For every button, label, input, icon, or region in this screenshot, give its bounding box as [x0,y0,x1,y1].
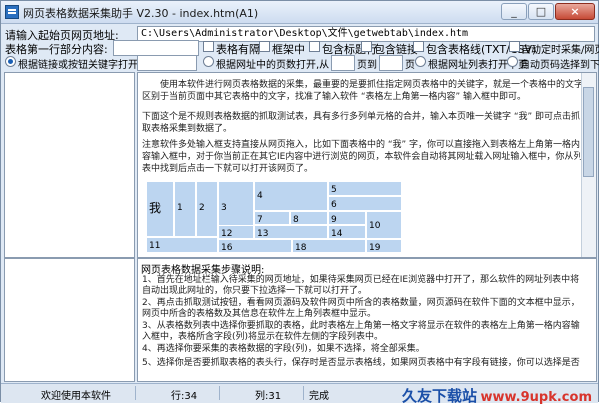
table-cell[interactable]: 16 [218,239,292,253]
table-cell[interactable]: 13 [254,225,328,239]
minimize-button[interactable]: _ [501,3,527,20]
status-bar: 欢迎使用本软件 行:34 列:31 完成 久友下载站 www.9upk.com [1,383,598,406]
table-cell[interactable]: 4 [254,181,328,211]
status-welcome: 欢迎使用本软件 [41,391,111,402]
table-cell[interactable]: 12 [218,225,254,239]
next-page-keyword-input[interactable] [137,55,197,71]
title-bar: 网页表格数据采集助手 V2.30 - index.htm(A1) _ □ × [1,1,598,24]
instructions-panel[interactable]: 网页表格数据采集步骤说明: 1、首先在地址栏输入待采集的网页地址，如果待采集网页… [137,258,597,382]
mode-row: 根据链接或按钮关键字打开下页: 根据网址中的页数打开,从 页到 页 根据网址列表… [1,53,599,73]
watermark-brand: 久友下载站 [401,387,477,405]
radio-url-list[interactable] [415,56,426,67]
scrollbar-thumb[interactable] [583,87,594,177]
app-window: 网页表格数据采集助手 V2.30 - index.htm(A1) _ □ × 请… [0,0,599,406]
demo-table: 我 1 2 3 4 5 6 7 8 9 10 12 13 14 16 18 19… [146,181,446,257]
table-cell[interactable]: 10 [366,211,402,239]
table-cell[interactable]: 我 [146,181,174,237]
instructions-heading: 网页表格数据采集步骤说明: [141,265,265,276]
maximize-button[interactable]: □ [528,3,554,20]
radio-link-keyword[interactable] [5,56,16,67]
status-state: 完成 [309,391,329,402]
status-col: 列:31 [255,391,282,402]
checkbox-include-table-lines[interactable] [413,41,424,52]
table-cell[interactable]: 11 [146,237,218,253]
checkbox-has-gap[interactable] [203,41,214,52]
status-divider [135,386,136,400]
preview-paragraph-3: 注意软件多处输入框支持直接从网页拖入，比如下面表格中的 “我” 字，你可以直接拖… [142,140,583,174]
status-divider [219,386,220,400]
table-cell[interactable]: 9 [328,211,366,225]
page-to-input[interactable] [379,55,403,71]
close-button[interactable]: × [555,3,595,20]
table-cell[interactable]: 6 [328,196,402,211]
checkbox-include-header[interactable] [309,41,320,52]
watermark: 久友下载站 www.9upk.com [402,385,592,406]
watermark-site: www.9upk.com [480,390,592,405]
preview-paragraph-2: 下面这个是不规则表格数据的抓取测试表，具有多行多列单元格的合并，输入本页唯一关键… [142,112,581,134]
table-cell[interactable]: 1 [174,181,196,237]
field-list-panel[interactable] [4,258,135,382]
page-from-input[interactable] [331,55,355,71]
table-cell[interactable]: 5 [328,181,402,196]
table-cell[interactable]: 19 [366,239,402,253]
checkbox-auto-timed[interactable] [509,41,520,52]
radio-auto-page[interactable] [507,56,518,67]
window-title: 网页表格数据采集助手 V2.30 - index.htm(A1) [23,7,259,20]
preview-scrollbar[interactable] [581,73,596,257]
status-divider [303,386,304,400]
preview-paragraph-1: 使用本软件进行网页表格数据的采集，最重要的是要抓住指定网页表格中的关键字，就是一… [142,80,584,102]
instruction-step: 5、选择你是否要抓取表格的表头行，保存时是否显示表格线，如果网页表格中有字段有链… [142,358,580,368]
instruction-step: 2、再点击抓取测试按钮，看看网页源码及软件网页中所含的表格数量，网页源码在软件下… [142,298,580,319]
table-cell[interactable]: 14 [328,225,366,239]
table-cell[interactable]: 2 [196,181,218,237]
table-cell[interactable]: 18 [292,239,366,253]
web-preview[interactable]: 使用本软件进行网页表格数据的采集，最重要的是要抓住指定网页表格中的关键字，就是一… [137,72,597,258]
status-row: 行:34 [171,391,198,402]
instruction-step: 3、从表格数列表中选择你要抓取的表格，此时表格左上角第一格文字将显示在软件的表格… [142,321,580,342]
app-icon [5,5,19,19]
instruction-step: 1、首先在地址栏输入待采集的网页地址，如果待采集网页已经在IE浏览器中打开了，那… [142,275,580,296]
table-cell[interactable]: 8 [290,211,328,225]
page-unit-label: 页 [405,60,415,71]
table-list-panel[interactable] [4,72,135,258]
page-to-label: 页到 [357,60,377,71]
radio-auto-page-label: 自动页码选择到下页 [520,60,599,71]
checkbox-in-frame[interactable] [259,41,270,52]
table-cell[interactable]: 7 [254,211,290,225]
radio-page-number[interactable] [203,56,214,67]
radio-page-number-label: 根据网址中的页数打开,从 [216,60,330,71]
instruction-step: 4、再选择你要采集的表格数据的字段(列)，如果不选择，将全部采集。 [142,344,425,354]
checkbox-include-links[interactable] [361,41,372,52]
